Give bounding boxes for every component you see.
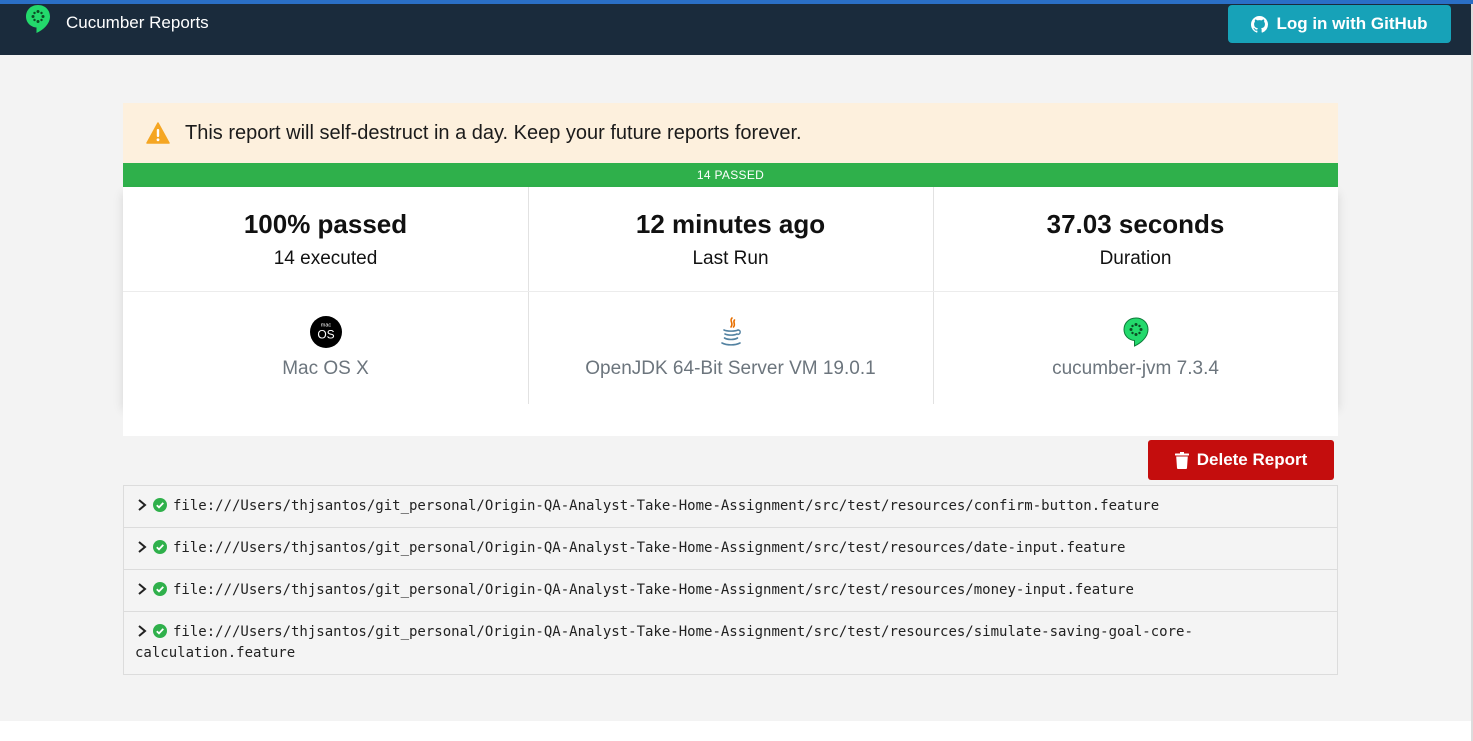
stat-passed: 100% passed 14 executed [123, 187, 528, 291]
delete-report-button[interactable]: Delete Report [1148, 440, 1334, 480]
env-runtime: OpenJDK 64-Bit Server VM 19.0.1 [528, 292, 933, 404]
feature-path: file:///Users/thjsantos/git_personal/Ori… [173, 582, 1134, 598]
login-github-button[interactable]: Log in with GitHub [1228, 5, 1451, 43]
feature-row[interactable]: file:///Users/thjsantos/git_personal/Ori… [124, 486, 1337, 528]
github-icon [1251, 15, 1269, 33]
feature-row[interactable]: file:///Users/thjsantos/git_personal/Ori… [124, 612, 1337, 674]
brand[interactable]: Cucumber Reports [24, 4, 209, 40]
svg-text:OS: OS [317, 328, 334, 342]
stat-label: Duration [1099, 248, 1172, 269]
brand-title: Cucumber Reports [66, 13, 209, 32]
stat-duration: 37.03 seconds Duration [933, 187, 1338, 291]
check-circle-icon [153, 540, 167, 554]
java-icon [720, 317, 741, 346]
top-navbar: Cucumber Reports Log in with GitHub [0, 4, 1473, 55]
env-label: Mac OS X [282, 358, 369, 379]
env-tool: cucumber-jvm 7.3.4 [933, 292, 1338, 404]
alert-message: This report will self-destruct in a day.… [185, 121, 802, 144]
feature-list: file:///Users/thjsantos/git_personal/Ori… [123, 485, 1338, 675]
feature-path: file:///Users/thjsantos/git_personal/Ori… [135, 624, 1193, 661]
stat-value: 12 minutes ago [635, 209, 826, 239]
feature-row[interactable]: file:///Users/thjsantos/git_personal/Ori… [124, 528, 1337, 570]
login-button-label: Log in with GitHub [1276, 14, 1428, 33]
env-label: OpenJDK 64-Bit Server VM 19.0.1 [585, 358, 876, 379]
report-summary-card: 100% passed 14 executed 12 minutes ago L… [123, 187, 1338, 404]
feature-row[interactable]: file:///Users/thjsantos/git_personal/Ori… [124, 570, 1337, 612]
summary-footer-strip [123, 404, 1338, 436]
stat-label: 14 executed [273, 248, 378, 269]
stat-value: 37.03 seconds [1046, 209, 1225, 239]
stat-value: 100% passed [243, 209, 408, 239]
chevron-right-icon[interactable] [135, 582, 149, 596]
macos-icon: mac OS [309, 316, 342, 348]
chevron-right-icon[interactable] [135, 498, 149, 512]
delete-button-label: Delete Report [1196, 450, 1308, 469]
warning-icon [146, 122, 170, 144]
check-circle-icon [153, 624, 167, 638]
chevron-right-icon[interactable] [135, 624, 149, 638]
passed-status-bar: 14 PASSED [123, 163, 1338, 187]
cucumber-logo-icon [26, 5, 50, 33]
env-label: cucumber-jvm 7.3.4 [1052, 358, 1219, 379]
stat-last-run: 12 minutes ago Last Run [528, 187, 933, 291]
feature-path: file:///Users/thjsantos/git_personal/Ori… [173, 540, 1126, 556]
expiry-alert: This report will self-destruct in a day.… [123, 103, 1338, 163]
cucumber-icon [1122, 317, 1149, 347]
env-os: mac OS Mac OS X [123, 292, 528, 404]
trash-icon [1174, 451, 1189, 469]
check-circle-icon [153, 498, 167, 512]
stat-label: Last Run [692, 248, 769, 269]
check-circle-icon [153, 582, 167, 596]
feature-path: file:///Users/thjsantos/git_personal/Ori… [173, 498, 1160, 514]
chevron-right-icon[interactable] [135, 540, 149, 554]
